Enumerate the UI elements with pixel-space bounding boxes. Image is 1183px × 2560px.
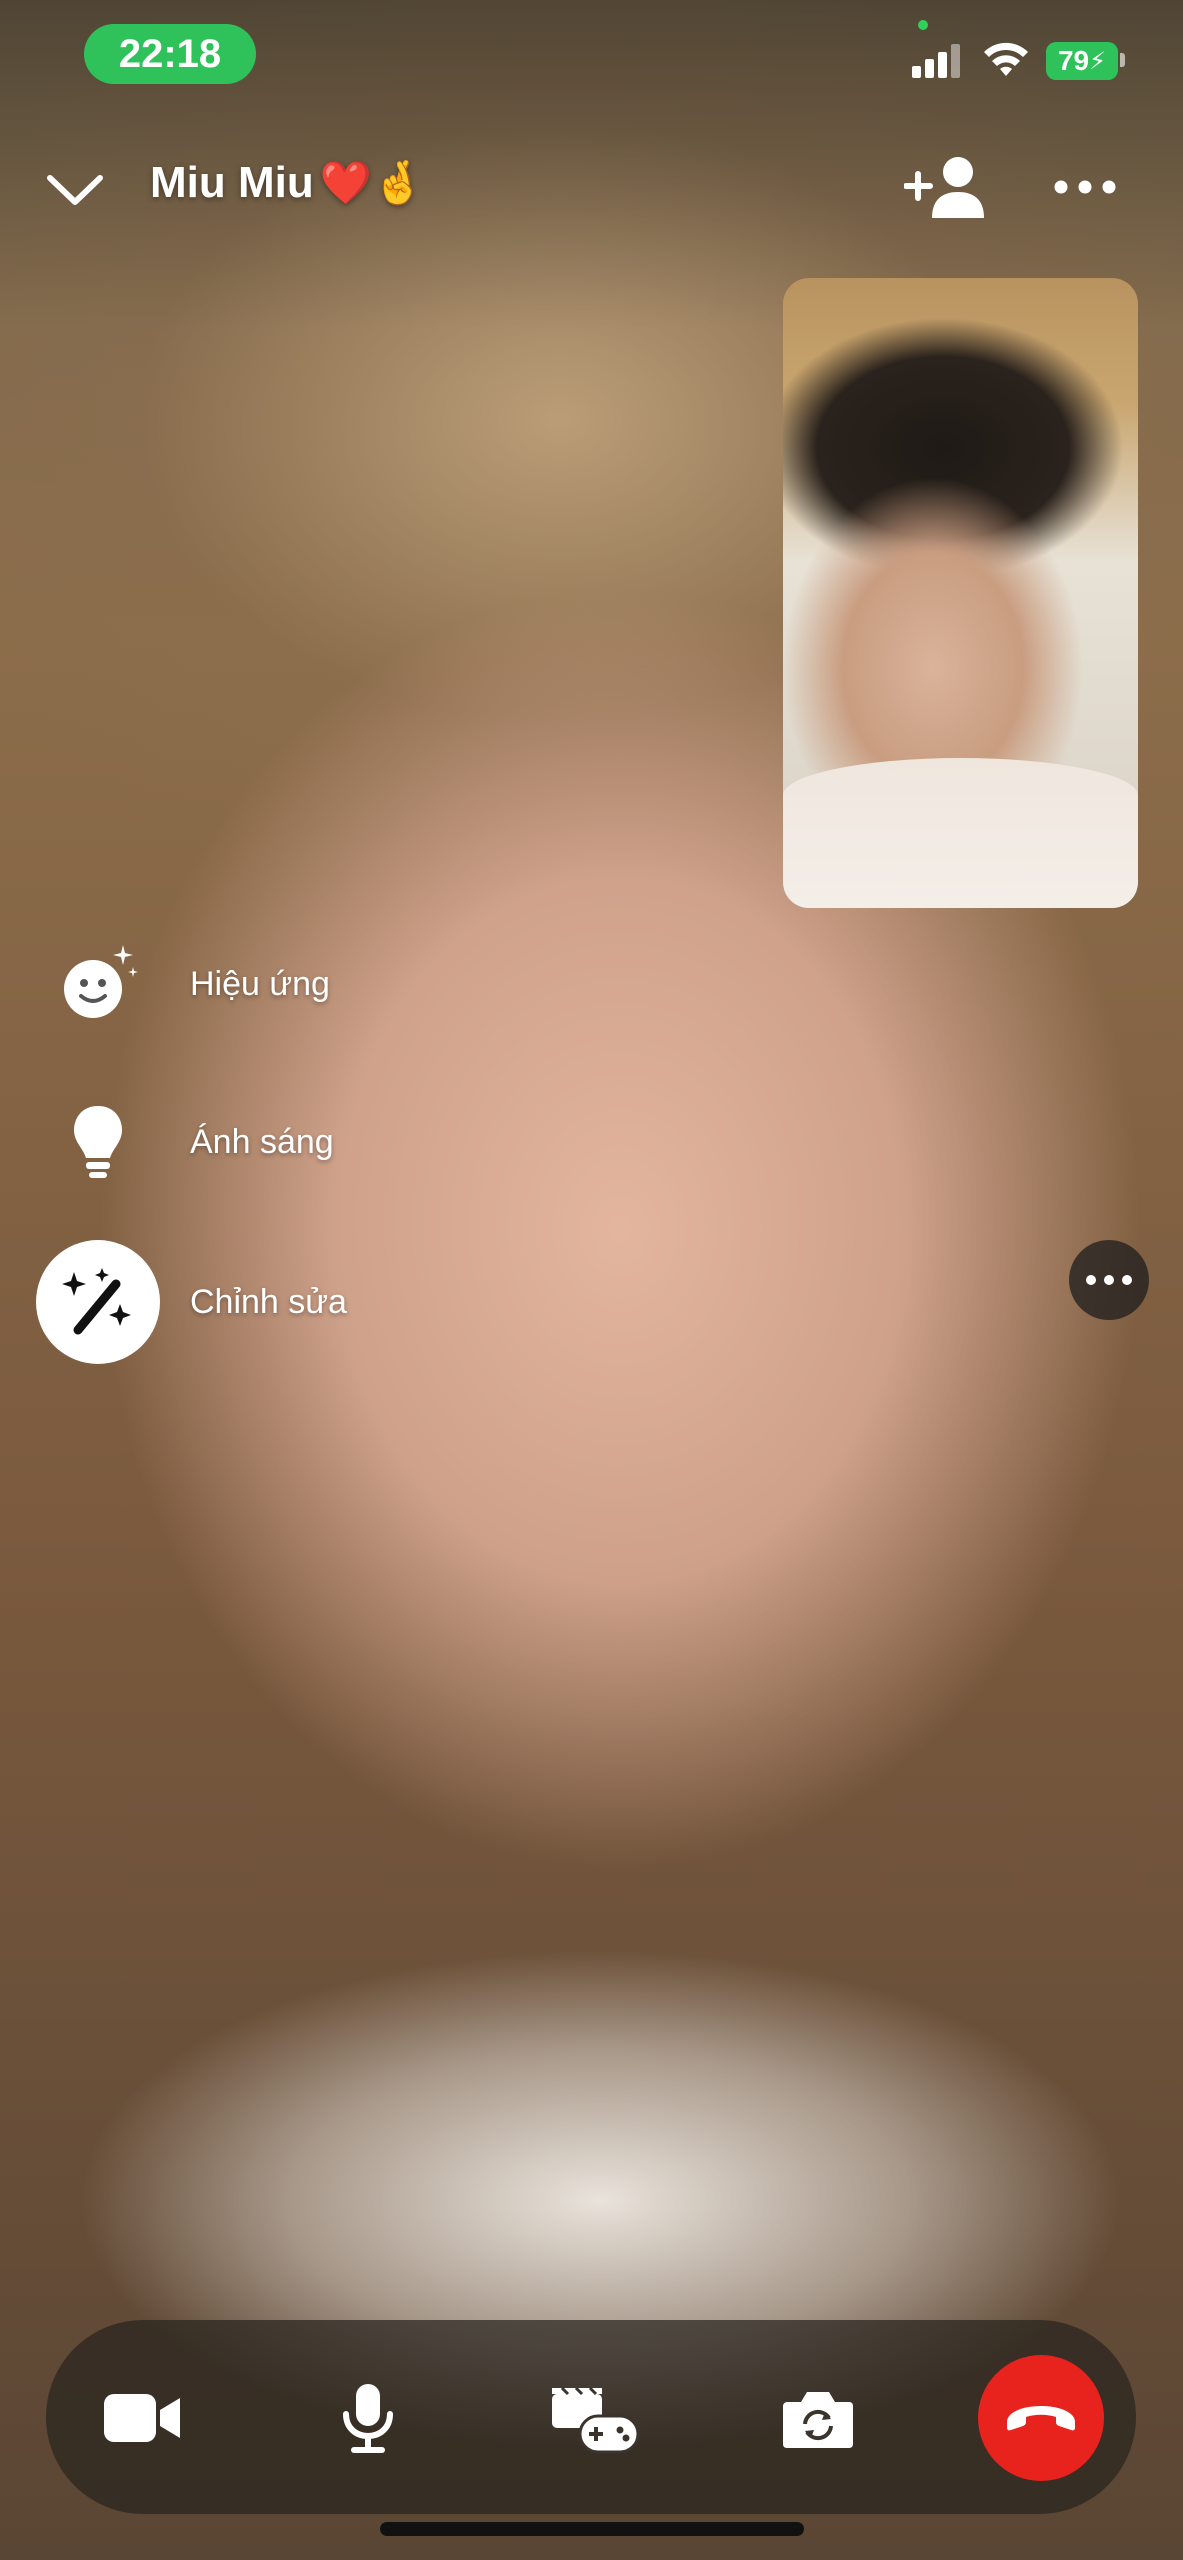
magic-wand-icon [36,1240,160,1364]
camera-indicator-dot [918,20,928,30]
flip-camera-button[interactable] [748,2348,888,2488]
activities-icon [552,2386,640,2454]
more-icon [1086,1275,1132,1285]
add-person-button[interactable] [902,150,988,224]
self-preview-shirt [783,758,1138,908]
more-options-button[interactable] [1050,164,1120,210]
wifi-icon [984,42,1028,76]
effect-item-lighting[interactable]: Ánh sáng [36,1080,334,1204]
microphone-icon [343,2384,393,2453]
effect-item-retouch[interactable]: Chỉnh sửa [36,1240,347,1364]
effect-item-effects[interactable]: Hiệu ứng [36,922,330,1046]
battery-tip [1120,53,1125,67]
effect-label-retouch: Chỉnh sửa [190,1282,347,1321]
toggle-video-button[interactable] [72,2348,212,2488]
signal-icon [912,44,960,78]
battery-charging-icon: 79 ⚡ [1046,42,1118,80]
caller-emoji: ❤️🤞 [319,158,425,207]
battery-level: 79 [1057,45,1090,76]
home-indicator [380,2522,804,2536]
activities-button[interactable] [522,2348,662,2488]
lightbulb-icon [36,1080,160,1204]
toggle-mic-button[interactable] [298,2348,438,2488]
video-camera-icon [104,2394,180,2442]
end-call-icon [1007,2406,1075,2431]
caller-name: Miu Miu ❤️🤞 [150,158,424,208]
side-more-button[interactable] [1069,1240,1149,1320]
end-call-button[interactable] [978,2355,1104,2481]
caller-name-text: Miu Miu [150,158,314,207]
collapse-call-button[interactable] [40,160,110,220]
sparkle-face-icon [36,922,160,1046]
effect-label-lighting: Ánh sáng [190,1122,334,1161]
effect-label-effects: Hiệu ứng [190,964,330,1003]
status-time: 22:18 [84,24,256,84]
more-icon [1054,180,1116,194]
add-person-icon [904,157,984,218]
self-video-preview[interactable] [783,278,1138,908]
flip-camera-icon [783,2392,853,2448]
chevron-down-icon [47,175,103,205]
